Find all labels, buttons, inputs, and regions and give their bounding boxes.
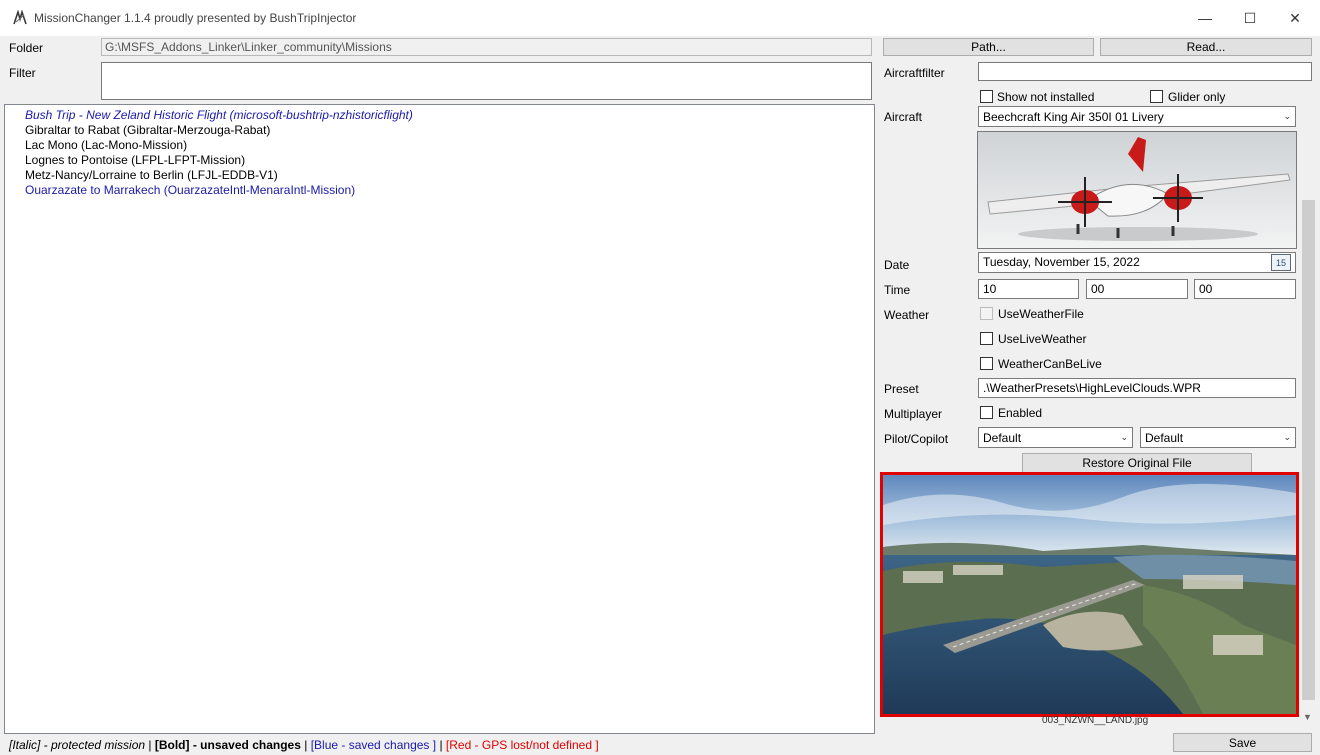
properties-scrollbar[interactable]: ▼ xyxy=(1300,60,1317,730)
copilot-select[interactable]: Default ⌄ xyxy=(1140,427,1296,448)
weather-label: Weather xyxy=(884,308,930,322)
aircraft-label: Aircraft xyxy=(884,110,923,124)
legend-bold: [Bold] - unsaved changes xyxy=(154,738,301,752)
time-hours-field[interactable]: 10 xyxy=(978,279,1079,299)
aircraft-select-value: Beechcraft King Air 350I 01 Livery xyxy=(983,109,1164,124)
show-not-installed-checkbox[interactable] xyxy=(980,90,993,103)
scrollbar-thumb[interactable] xyxy=(1302,200,1315,700)
list-item[interactable]: Lognes to Pontoise (LFPL-LFPT-Mission) xyxy=(25,153,245,167)
preset-label: Preset xyxy=(884,382,919,396)
glider-only-checkbox[interactable] xyxy=(1150,90,1163,103)
weather-can-be-live-checkbox[interactable] xyxy=(980,357,993,370)
legend-blue: [Blue - saved changes ] xyxy=(310,738,437,752)
legend-separator: | xyxy=(436,738,446,752)
glider-only-label: Glider only xyxy=(1168,90,1226,104)
aircraft-thumbnail xyxy=(977,131,1297,249)
time-seconds-field[interactable]: 00 xyxy=(1194,279,1296,299)
date-label: Date xyxy=(884,258,910,272)
use-weather-file-label: UseWeatherFile xyxy=(998,307,1084,321)
calendar-icon[interactable]: 15 xyxy=(1271,254,1291,271)
folder-path-field[interactable]: G:\MSFS_Addons_Linker\Linker_community\M… xyxy=(101,38,872,56)
use-weather-file-checkbox[interactable] xyxy=(980,307,993,320)
list-item[interactable]: Ouarzazate to Marrakech (OuarzazateIntl-… xyxy=(25,183,355,197)
folder-label: Folder xyxy=(9,41,44,55)
aircraftfilter-label: Aircraftfilter xyxy=(884,66,945,80)
path-button[interactable]: Path... xyxy=(883,38,1094,56)
legend-red: [Red - GPS lost/not defined ] xyxy=(445,738,599,752)
status-legend: [Italic] - protected mission | [Bold] - … xyxy=(9,738,599,752)
show-not-installed-label: Show not installed xyxy=(997,90,1095,104)
list-item[interactable]: Metz-Nancy/Lorraine to Berlin (LFJL-EDDB… xyxy=(25,168,278,182)
weather-can-be-live-label: WeatherCanBeLive xyxy=(998,357,1102,371)
restore-original-file-button[interactable]: Restore Original File xyxy=(1022,453,1252,473)
read-button[interactable]: Read... xyxy=(1100,38,1312,56)
window-title: MissionChanger 1.1.4 proudly presented b… xyxy=(34,11,357,25)
mission-list[interactable]: Bush Trip - New Zeland Historic Flight (… xyxy=(4,104,875,734)
copilot-select-value: Default xyxy=(1145,430,1184,445)
mission-image-caption: 003_NZWN__LAND.jpg xyxy=(1042,715,1149,726)
legend-italic: [Italic] - protected mission xyxy=(9,738,146,752)
time-label: Time xyxy=(884,283,911,297)
mission-preview-image xyxy=(880,472,1299,717)
date-picker[interactable]: Tuesday, November 15, 2022 xyxy=(978,252,1296,273)
date-value: Tuesday, November 15, 2022 xyxy=(983,255,1140,269)
multiplayer-enabled-label: Enabled xyxy=(998,406,1043,420)
save-button[interactable]: Save xyxy=(1173,733,1312,752)
maximize-button[interactable]: ☐ xyxy=(1227,0,1273,36)
chevron-down-icon: ⌄ xyxy=(1283,111,1291,121)
use-live-weather-checkbox[interactable] xyxy=(980,332,993,345)
aircraftfilter-input[interactable] xyxy=(978,62,1312,81)
time-minutes-field[interactable]: 00 xyxy=(1086,279,1188,299)
app-icon xyxy=(12,9,28,26)
use-live-weather-label: UseLiveWeather xyxy=(998,332,1087,346)
chevron-down-icon: ⌄ xyxy=(1283,432,1291,442)
filter-label: Filter xyxy=(9,66,36,80)
list-item[interactable]: Lac Mono (Lac-Mono-Mission) xyxy=(25,138,187,152)
pilot-copilot-label: Pilot/Copilot xyxy=(884,432,949,446)
multiplayer-label: Multiplayer xyxy=(884,407,943,421)
pilot-select[interactable]: Default ⌄ xyxy=(978,427,1133,448)
minimize-button[interactable]: — xyxy=(1182,0,1228,36)
legend-separator: | xyxy=(300,738,311,752)
scroll-down-arrow-icon[interactable]: ▼ xyxy=(1303,712,1312,722)
list-item[interactable]: Gibraltar to Rabat (Gibraltar-Merzouga-R… xyxy=(25,123,270,137)
list-item[interactable]: Bush Trip - New Zeland Historic Flight (… xyxy=(25,108,413,122)
close-button[interactable]: ✕ xyxy=(1272,0,1318,36)
preset-input[interactable]: .\WeatherPresets\HighLevelClouds.WPR xyxy=(978,378,1296,398)
pilot-select-value: Default xyxy=(983,430,1022,445)
chevron-down-icon: ⌄ xyxy=(1120,432,1128,442)
filter-input[interactable] xyxy=(101,62,872,100)
aircraft-select[interactable]: Beechcraft King Air 350I 01 Livery ⌄ xyxy=(978,106,1296,127)
legend-separator: | xyxy=(145,738,155,752)
multiplayer-enabled-checkbox[interactable] xyxy=(980,406,993,419)
